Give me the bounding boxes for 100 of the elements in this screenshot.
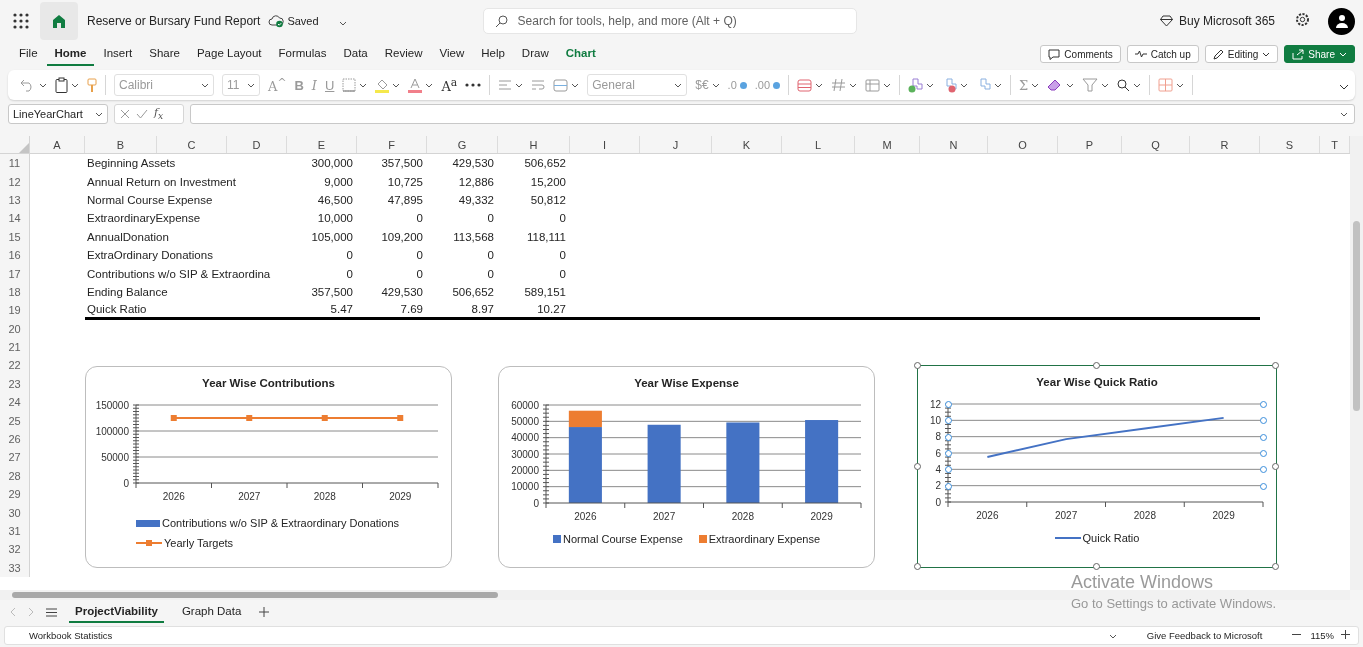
add-icon[interactable] [259, 607, 270, 617]
column-header[interactable]: F [357, 136, 427, 153]
column-header[interactable]: R [1190, 136, 1260, 153]
row-header[interactable]: 32 [0, 540, 30, 559]
sheet-tab[interactable]: ProjectViability [69, 601, 164, 623]
row-header[interactable]: 22 [0, 356, 30, 375]
resize-handle[interactable] [1272, 362, 1279, 369]
superscript-button[interactable]: A$^{a}$ [441, 74, 458, 96]
gridline-handle[interactable] [945, 450, 952, 457]
row-header[interactable]: 17 [0, 264, 30, 283]
vertical-scrollbar[interactable] [1350, 136, 1363, 590]
horizontal-scrollbar[interactable] [0, 590, 1350, 600]
zoom-level[interactable]: 115% [1310, 630, 1334, 641]
column-header[interactable]: H [498, 136, 570, 153]
table-cell-text: 0 [486, 266, 495, 282]
resize-handle[interactable] [1093, 563, 1100, 570]
row-header[interactable]: 11 [0, 154, 30, 173]
column-header[interactable]: I [570, 136, 640, 153]
resize-handle[interactable] [1272, 563, 1279, 570]
column-header[interactable]: N [920, 136, 988, 153]
cancel-icon[interactable] [120, 109, 130, 119]
avatar[interactable] [1328, 7, 1355, 35]
catchup-button[interactable]: Catch up [1126, 45, 1199, 63]
chevron-icon [39, 82, 47, 88]
ribbon-tab[interactable]: Chart [557, 42, 604, 66]
row-header[interactable]: 24 [0, 393, 30, 412]
table-cell-text: Annual Return on Investment [86, 174, 237, 190]
chart-card[interactable]: Year Wise Quick Ratio 0 2 4 6 8 10 12 2026 2027 2028 2029 Quick Ratio [917, 365, 1277, 568]
chart-card[interactable]: Year Wise Contributions 0 50000 100000 150000 2026 2027 2028 2029 Contributions w/o SIP & Extraordinary Donations Yearly Targets [85, 366, 452, 568]
home-button[interactable] [40, 2, 78, 40]
zoom-in-icon[interactable] [1341, 630, 1350, 639]
pencil-icon [1212, 48, 1224, 60]
chart-title: Year Wise Quick Ratio [1036, 376, 1158, 390]
editing-button[interactable]: Editing [1204, 45, 1279, 63]
ribbon-tab[interactable]: Data [335, 42, 376, 66]
ribbon-tab[interactable]: Share [141, 42, 188, 66]
gridline-handle[interactable] [945, 401, 952, 408]
sheet-tab[interactable]: Graph Data [175, 601, 248, 623]
column-header[interactable]: Q [1122, 136, 1190, 153]
row-header[interactable]: 25 [0, 411, 30, 430]
row-header[interactable]: 19 [0, 301, 30, 320]
ribbon-tab[interactable]: Formulas [270, 42, 335, 66]
row-header[interactable]: 27 [0, 448, 30, 467]
check-icon[interactable] [136, 109, 148, 119]
ribbon-tab[interactable]: Help [473, 42, 513, 66]
comments-button[interactable]: Comments [1040, 45, 1121, 63]
search-field[interactable]: Search for tools, help, and more (Alt + Q) [482, 8, 857, 34]
app-launcher-icon[interactable] [12, 12, 30, 30]
column-header[interactable]: D [227, 136, 287, 153]
table-cell-text: 105,000 [310, 229, 354, 245]
ribbon-tab[interactable]: Review [376, 42, 431, 66]
gridline-handle[interactable] [1260, 401, 1267, 408]
resize-handle[interactable] [914, 462, 921, 470]
resize-handle[interactable] [1093, 362, 1100, 369]
column-header[interactable]: E [287, 136, 357, 153]
resize-handle[interactable] [1272, 462, 1279, 470]
ribbon-tab[interactable]: Home [46, 42, 95, 66]
ribbon-tab[interactable]: Insert [95, 42, 141, 66]
column-header[interactable]: J [640, 136, 712, 153]
column-header[interactable]: O [988, 136, 1058, 153]
row-header[interactable]: 30 [0, 503, 30, 522]
column-header[interactable]: C [157, 136, 227, 153]
ribbon-tab[interactable]: View [431, 42, 473, 66]
column-header[interactable]: A [30, 136, 85, 153]
column-header[interactable]: S [1260, 136, 1320, 153]
document-title[interactable]: Reserve or Bursary Fund Report [87, 14, 261, 28]
row-header[interactable]: 14 [0, 209, 30, 228]
resize-handle[interactable] [914, 563, 921, 570]
insert-function-button[interactable]: f$_{x}$ [154, 106, 164, 122]
column-header[interactable]: P [1058, 136, 1122, 153]
column-header[interactable]: B [85, 136, 157, 153]
ribbon-tab[interactable]: File [11, 42, 46, 66]
ribbon-tab[interactable]: Page Layout [188, 42, 270, 66]
share-button[interactable]: Share [1284, 45, 1355, 63]
formula-input[interactable] [190, 104, 1355, 124]
resize-handle[interactable] [914, 362, 921, 369]
column-header[interactable]: L [782, 136, 855, 153]
column-header[interactable]: M [855, 136, 920, 153]
search-icon [1117, 78, 1131, 92]
menu-icon[interactable] [46, 607, 57, 617]
table-icon [865, 78, 881, 92]
table-cell-text: 9,000 [323, 174, 354, 190]
workbook-statistics[interactable]: Workbook Statistics [29, 630, 113, 641]
expand-ribbon-icon[interactable] [1339, 84, 1349, 90]
row-header[interactable]: 29 [0, 485, 30, 504]
chart-card[interactable]: Year Wise Expense 0 10000 20000 30000 40000 50000 60000 2026 2027 2028 2029 Normal Course Expense Extraordinary Expense [498, 366, 875, 568]
feedback-link[interactable]: Give Feedback to Microsoft [1146, 630, 1263, 641]
column-header[interactable]: K [712, 136, 782, 153]
chevron-icon [994, 82, 1003, 88]
table-cell: 5.47 [287, 301, 357, 320]
ribbon-tab[interactable]: Draw [513, 42, 557, 66]
settings-icon[interactable] [1295, 11, 1310, 27]
buy-link[interactable]: Buy Microsoft 365 [1178, 14, 1275, 28]
paste-button[interactable] [55, 74, 79, 96]
name-box[interactable]: LineYearChart [8, 104, 108, 124]
gridline-handle[interactable] [1260, 450, 1267, 457]
next-icon[interactable] [28, 607, 34, 617]
previous-icon[interactable] [10, 607, 16, 617]
column-header[interactable]: G [427, 136, 498, 153]
row-header[interactable]: 12 [0, 172, 30, 191]
